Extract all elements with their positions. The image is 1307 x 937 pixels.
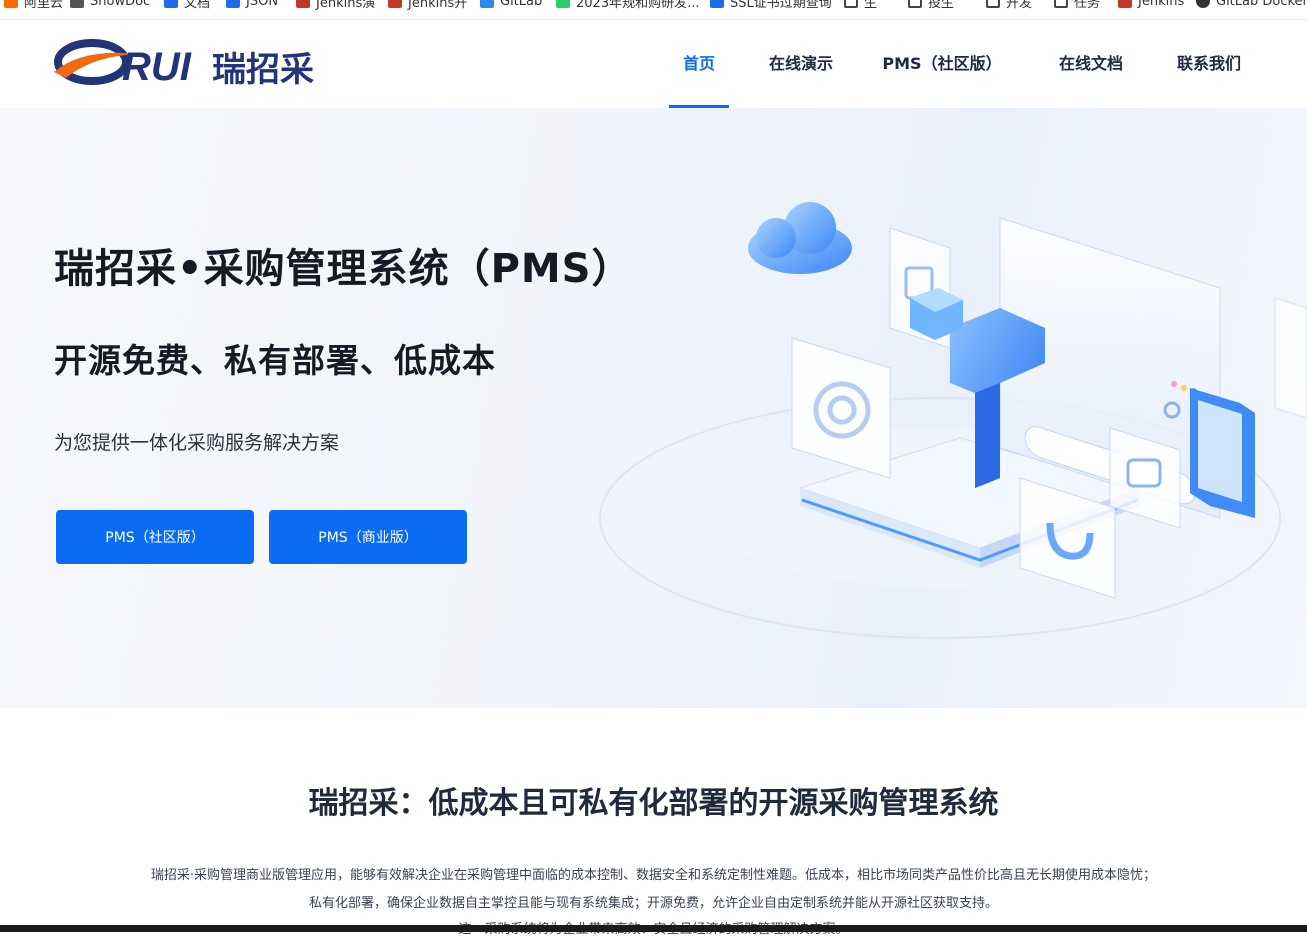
nav-home[interactable]: 首页 <box>669 20 729 108</box>
bookmark-item[interactable]: ShowDoc <box>70 0 150 11</box>
bookmark-item[interactable]: GitLab Docker <box>1196 0 1307 11</box>
dot-icon <box>1181 385 1187 391</box>
bookmark-favicon-icon <box>226 0 240 8</box>
main-nav: 首页 在线演示 PMS（社区版） 在线文档 联系我们 <box>0 20 1307 108</box>
dot-icon <box>1171 381 1177 387</box>
bookmark-item[interactable]: JSON <box>226 0 278 11</box>
bookmark-folder[interactable]: 任务 <box>1054 0 1100 11</box>
bookmark-favicon-icon <box>388 0 402 8</box>
bookmark-favicon-icon <box>296 0 310 8</box>
bookmark-favicon-icon <box>4 0 18 8</box>
bookmark-favicon-icon <box>710 0 724 8</box>
section-title: 瑞招采：低成本且可私有化部署的开源采购管理系统 <box>308 786 999 821</box>
bookmark-favicon-icon <box>480 0 494 8</box>
bookmark-item[interactable]: GitLab <box>480 0 542 11</box>
letter-t-side <box>975 383 1000 488</box>
hero-title: 瑞招采•采购管理系统（PMS） <box>54 246 633 292</box>
folder-icon <box>844 0 858 8</box>
bookmark-item[interactable]: SSL证书过期查询 <box>710 0 832 11</box>
bookmark-folder[interactable]: 开发 <box>986 0 1032 11</box>
bookmark-favicon-icon <box>164 0 178 8</box>
bookmarks-bar: 阿里云 ShowDoc 文档 JSON Jenkins演 Jenkins开 Gi… <box>0 0 1307 20</box>
bookmark-item[interactable]: Jenkins <box>1118 0 1184 11</box>
nav-contact-us[interactable]: 联系我们 <box>1170 20 1248 108</box>
bookmark-favicon-icon <box>70 0 84 8</box>
phone-icon <box>1190 388 1255 518</box>
faded-card <box>1274 297 1307 419</box>
hero-description: 为您提供一体化采购服务解决方案 <box>54 432 340 454</box>
intro-paragraph: 私有化部署，确保企业数据自主掌控且能与现有系统集成；开源免费，允许企业自由定制系… <box>308 896 998 911</box>
folder-icon <box>986 0 1000 8</box>
site-header: RUI 瑞招采 首页 在线演示 PMS（社区版） 在线文档 联系我们 <box>0 20 1307 108</box>
bookmark-item[interactable]: Jenkins开 <box>388 0 467 11</box>
bookmark-item[interactable]: 文档 <box>164 0 210 11</box>
hero-subtitle: 开源免费、私有部署、低成本 <box>54 341 496 380</box>
pms-community-button[interactable]: PMS（社区版） <box>56 510 254 564</box>
bookmark-item[interactable]: 阿里云 <box>4 0 63 11</box>
bookmark-favicon-icon <box>1196 0 1210 8</box>
bookmark-folder[interactable]: 投生 <box>908 0 954 11</box>
bookmark-favicon-icon <box>1118 0 1132 8</box>
nav-online-docs[interactable]: 在线文档 <box>1052 20 1130 108</box>
cloud-icon <box>748 202 852 274</box>
folder-icon <box>908 0 922 8</box>
bookmark-item[interactable]: Jenkins演 <box>296 0 375 11</box>
hero-banner: 瑞招采•采购管理系统（PMS） 开源免费、私有部署、低成本 为您提供一体化采购服… <box>0 108 1307 708</box>
intro-paragraph: 瑞招采·采购管理商业版管理应用，能够有效解决企业在采购管理中面临的成本控制、数据… <box>150 868 1157 883</box>
nav-online-demo[interactable]: 在线演示 <box>762 20 840 108</box>
folder-icon <box>1054 0 1068 8</box>
bookmark-item[interactable]: 2023年规和购研发... <box>556 0 699 11</box>
hero-illustration <box>599 202 1307 639</box>
bottom-edge-bar <box>0 925 1307 932</box>
bookmark-favicon-icon <box>556 0 570 8</box>
pms-commercial-button[interactable]: PMS（商业版） <box>269 510 467 564</box>
nav-pms-community[interactable]: PMS（社区版） <box>882 20 1002 108</box>
bookmark-folder[interactable]: 生 <box>844 0 877 11</box>
